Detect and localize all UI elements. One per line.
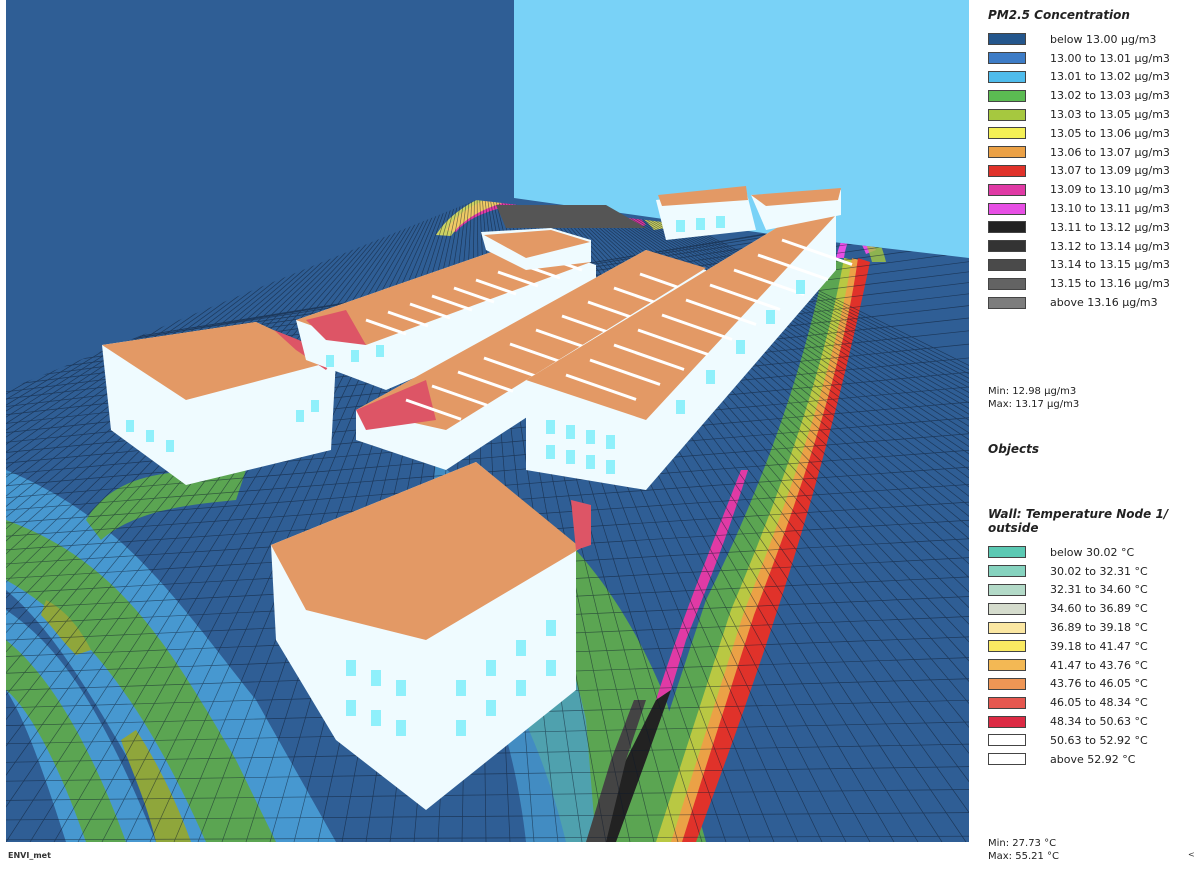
wall-legend-label: 34.60 to 36.89 °C: [1050, 602, 1148, 616]
pm25-legend-row: below 13.00 µg/m3: [988, 30, 1170, 49]
pm25-legend-row: 13.00 to 13.01 µg/m3: [988, 49, 1170, 68]
wall-legend-label: 50.63 to 52.92 °C: [1050, 733, 1148, 747]
wall-legend-row: 34.60 to 36.89 °C: [988, 599, 1204, 618]
wall-legend-row: 46.05 to 48.34 °C: [988, 693, 1204, 712]
wall-legend-title-line1: Wall: Temperature Node 1/: [988, 507, 1169, 521]
pm25-legend-row: 13.05 to 13.06 µg/m3: [988, 124, 1170, 143]
pm25-color-swatch: [988, 108, 1026, 121]
wall-color-swatch: [988, 565, 1026, 578]
pm25-legend-label: 13.15 to 13.16 µg/m3: [1050, 277, 1170, 291]
pm25-legend-label: below 13.00 µg/m3: [1050, 32, 1157, 46]
wall-legend-row: 48.34 to 50.63 °C: [988, 712, 1204, 731]
wall-color-swatch: [988, 677, 1026, 690]
pm25-legend-label: above 13.16 µg/m3: [1050, 296, 1158, 310]
pm25-color-swatch: [988, 183, 1026, 196]
objects-title: Objects: [988, 442, 1040, 456]
pm25-legend-label: 13.14 to 13.15 µg/m3: [1050, 258, 1170, 272]
wall-legend-row: above 52.92 °C: [988, 750, 1204, 769]
pm25-color-swatch: [988, 202, 1026, 215]
pm25-legend-label: 13.05 to 13.06 µg/m3: [1050, 126, 1170, 140]
wall-min: Min: 27.73 °C: [988, 838, 1057, 849]
pm25-legend-row: 13.12 to 13.14 µg/m3: [988, 237, 1170, 256]
pm25-legend-label: 13.11 to 13.12 µg/m3: [1050, 220, 1170, 234]
pm25-minmax: Min: 12.98 µg/m3 Max: 13.17 µg/m3: [988, 385, 1079, 411]
wall-color-swatch: [988, 715, 1026, 728]
pm25-color-swatch: [988, 89, 1026, 102]
wall-color-swatch: [988, 659, 1026, 672]
pm25-legend-row: 13.11 to 13.12 µg/m3: [988, 218, 1170, 237]
wall-legend-label: 39.18 to 41.47 °C: [1050, 639, 1148, 653]
pm25-legend-label: 13.10 to 13.11 µg/m3: [1050, 202, 1170, 216]
wall-legend-label: below 30.02 °C: [1050, 545, 1135, 559]
pm25-legend-row: 13.09 to 13.10 µg/m3: [988, 180, 1170, 199]
pm25-color-swatch: [988, 33, 1026, 46]
pm25-legend-rows: below 13.00 µg/m3 13.00 to 13.01 µg/m3 13.…: [988, 30, 1170, 312]
wall-color-swatch: [988, 640, 1026, 653]
wall-legend: Wall: Temperature Node 1/ outside below …: [988, 507, 1204, 769]
pm25-legend-label: 13.12 to 13.14 µg/m3: [1050, 239, 1170, 253]
pm25-color-swatch: [988, 296, 1026, 309]
wall-legend-row: 39.18 to 41.47 °C: [988, 637, 1204, 656]
wall-legend-row: 41.47 to 43.76 °C: [988, 656, 1204, 675]
wall-legend-label: 30.02 to 32.31 °C: [1050, 564, 1148, 578]
wall-legend-row: 43.76 to 46.05 °C: [988, 675, 1204, 694]
wall-legend-label: 43.76 to 46.05 °C: [1050, 677, 1148, 691]
wall-color-swatch: [988, 583, 1026, 596]
pm25-legend-title: PM2.5 Concentration: [988, 8, 1130, 22]
pm25-color-swatch: [988, 70, 1026, 83]
pm25-min: Min: 12.98 µg/m3: [988, 386, 1077, 397]
wall-color-swatch: [988, 696, 1026, 709]
pm25-max: Max: 13.17 µg/m3: [988, 399, 1080, 410]
corner-marker: <: [1188, 850, 1195, 859]
pm25-legend: PM2.5 Concentration below 13.00 µg/m3 13.…: [988, 8, 1170, 312]
wall-max: Max: 55.21 °C: [988, 851, 1060, 862]
wall-legend-label: 36.89 to 39.18 °C: [1050, 621, 1148, 635]
wall-legend-label: 41.47 to 43.76 °C: [1050, 658, 1148, 672]
pm25-color-swatch: [988, 277, 1026, 290]
pm25-legend-label: 13.06 to 13.07 µg/m3: [1050, 145, 1170, 159]
pm25-color-swatch: [988, 127, 1026, 140]
wall-legend-label: 46.05 to 48.34 °C: [1050, 696, 1148, 710]
wall-color-swatch: [988, 546, 1026, 559]
legend-panel: PM2.5 Concentration below 13.00 µg/m3 13.…: [988, 0, 1204, 876]
wall-legend-row: 36.89 to 39.18 °C: [988, 618, 1204, 637]
pm25-legend-row: 13.03 to 13.05 µg/m3: [988, 105, 1170, 124]
pm25-color-swatch: [988, 221, 1026, 234]
pm25-color-swatch: [988, 258, 1026, 271]
pm25-legend-label: 13.07 to 13.09 µg/m3: [1050, 164, 1170, 178]
wall-legend-rows: below 30.02 °C 30.02 to 32.31 °C 32.31 to …: [988, 543, 1204, 769]
wall-legend-row: 50.63 to 52.92 °C: [988, 731, 1204, 750]
pm25-color-swatch: [988, 52, 1026, 65]
pm25-legend-row: 13.07 to 13.09 µg/m3: [988, 162, 1170, 181]
wall-legend-row: 30.02 to 32.31 °C: [988, 562, 1204, 581]
pm25-color-swatch: [988, 164, 1026, 177]
pm25-color-swatch: [988, 240, 1026, 253]
pm25-legend-row: 13.14 to 13.15 µg/m3: [988, 256, 1170, 275]
pm25-legend-label: 13.09 to 13.10 µg/m3: [1050, 183, 1170, 197]
pm25-legend-label: 13.03 to 13.05 µg/m3: [1050, 108, 1170, 122]
pm25-legend-label: 13.01 to 13.02 µg/m3: [1050, 70, 1170, 84]
wall-legend-row: below 30.02 °C: [988, 543, 1204, 562]
pm25-color-swatch: [988, 146, 1026, 159]
wall-color-swatch: [988, 734, 1026, 747]
wall-color-swatch: [988, 621, 1026, 634]
pm25-legend-row: 13.15 to 13.16 µg/m3: [988, 274, 1170, 293]
pm25-legend-row: 13.10 to 13.11 µg/m3: [988, 199, 1170, 218]
app-label: ENVI_met: [8, 851, 51, 860]
wall-legend-title-line2: outside: [988, 521, 1039, 535]
pm25-legend-row: 13.02 to 13.03 µg/m3: [988, 86, 1170, 105]
wall-minmax: Min: 27.73 °C Max: 55.21 °C: [988, 837, 1059, 863]
pm25-legend-label: 13.00 to 13.01 µg/m3: [1050, 51, 1170, 65]
wall-legend-label: above 52.92 °C: [1050, 752, 1136, 766]
wall-legend-row: 32.31 to 34.60 °C: [988, 581, 1204, 600]
pm25-legend-label: 13.02 to 13.03 µg/m3: [1050, 89, 1170, 103]
pm25-legend-row: 13.01 to 13.02 µg/m3: [988, 68, 1170, 87]
wall-color-swatch: [988, 602, 1026, 615]
wall-legend-label: 48.34 to 50.63 °C: [1050, 715, 1148, 729]
pm25-legend-row: above 13.16 µg/m3: [988, 293, 1170, 312]
wall-legend-label: 32.31 to 34.60 °C: [1050, 583, 1148, 597]
pm25-legend-row: 13.06 to 13.07 µg/m3: [988, 143, 1170, 162]
wall-color-swatch: [988, 753, 1026, 766]
3d-viewport[interactable]: [6, 0, 969, 842]
